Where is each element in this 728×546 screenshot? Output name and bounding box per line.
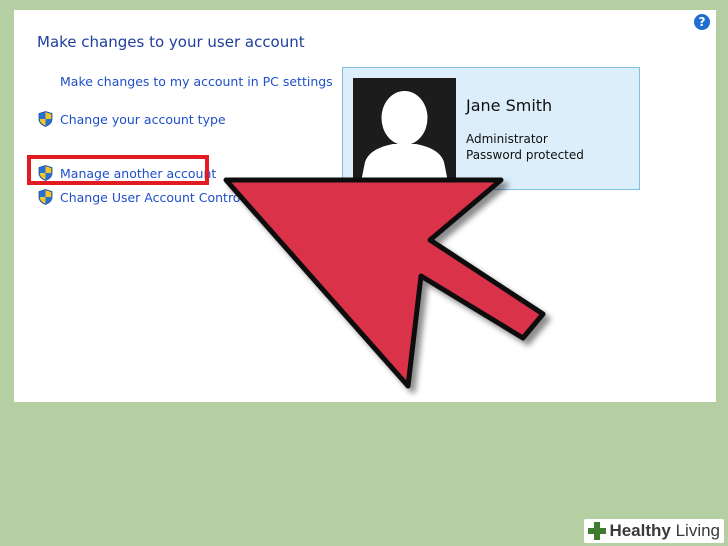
account-role: Administrator bbox=[466, 132, 548, 146]
highlight-box bbox=[27, 155, 209, 185]
user-silhouette-icon bbox=[361, 91, 448, 182]
uac-shield-icon bbox=[38, 189, 53, 205]
task-label: Change your account type bbox=[60, 111, 226, 127]
watermark-text: Healthy Living bbox=[609, 521, 720, 540]
plus-logo-icon bbox=[588, 522, 607, 540]
pc-settings-link[interactable]: Make changes to my account in PC setting… bbox=[60, 74, 333, 89]
uac-shield-icon bbox=[38, 111, 53, 127]
help-icon[interactable]: ? bbox=[694, 14, 710, 30]
page-title: Make changes to your user account bbox=[37, 33, 305, 51]
task-label: Make changes to my account in PC setting… bbox=[60, 74, 333, 89]
change-account-type-link[interactable]: Change your account type bbox=[38, 111, 226, 127]
pointer-arrow-icon bbox=[223, 177, 546, 389]
account-status: Password protected bbox=[466, 148, 584, 162]
watermark: Healthy Living bbox=[584, 519, 724, 543]
account-name: Jane Smith bbox=[466, 96, 553, 115]
avatar bbox=[353, 78, 456, 182]
